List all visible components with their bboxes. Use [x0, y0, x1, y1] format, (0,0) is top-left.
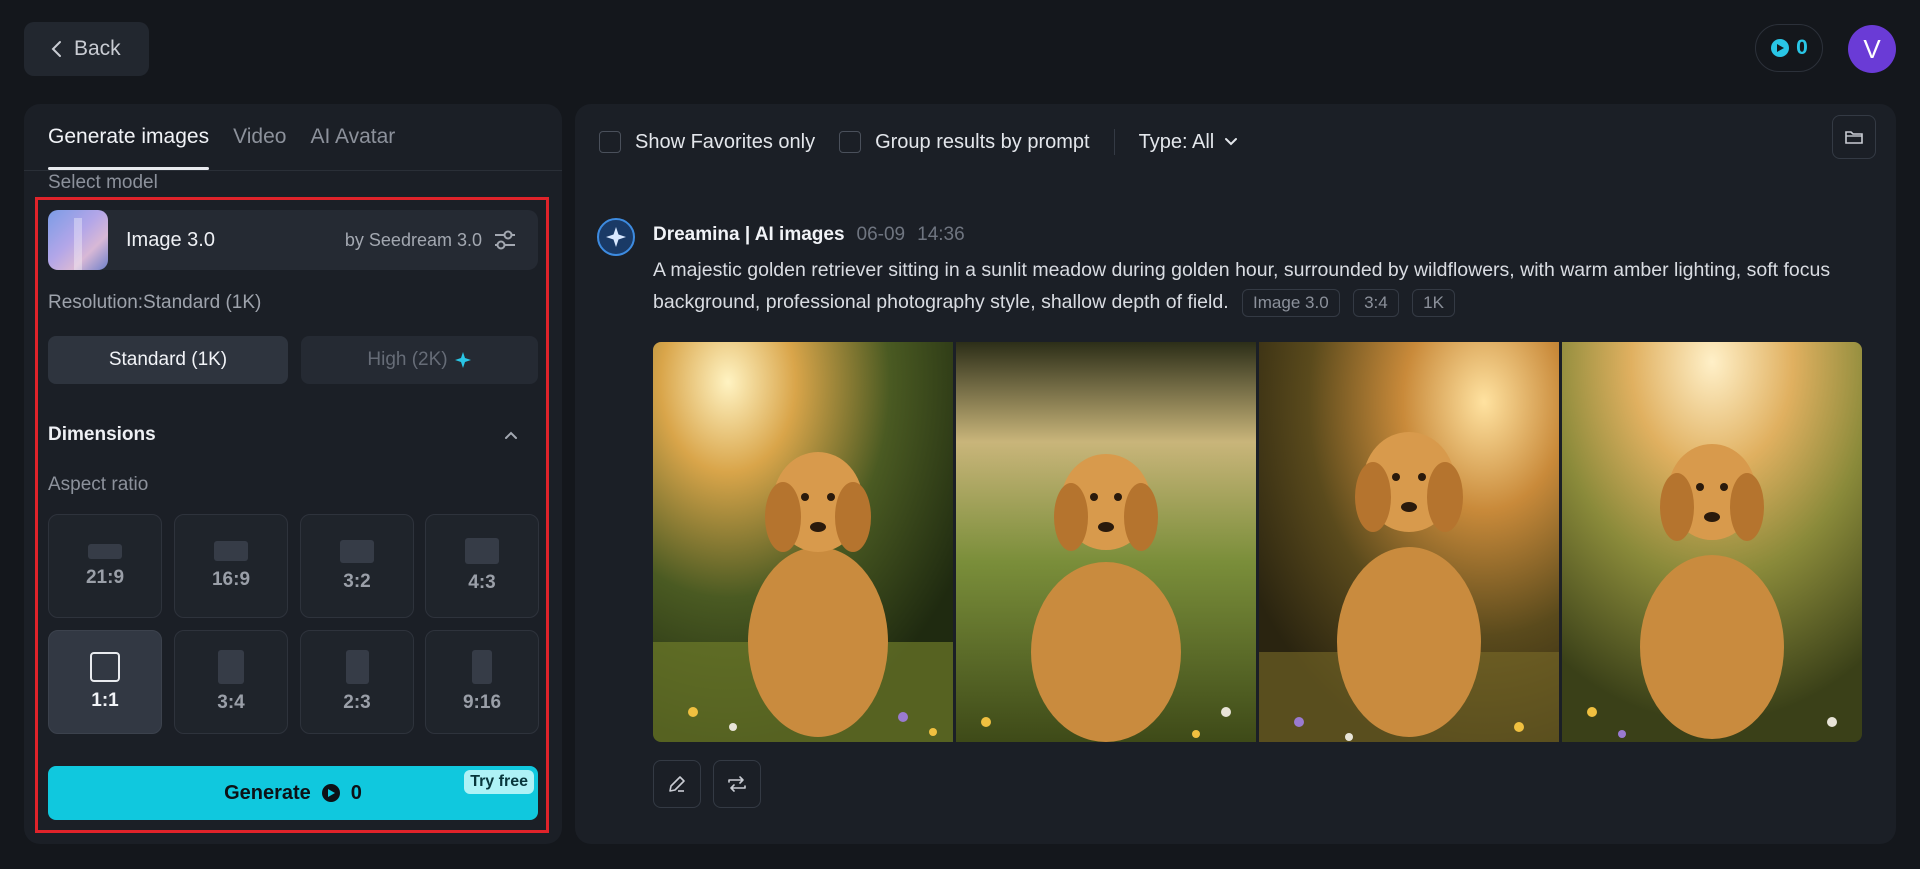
folder-icon [1845, 131, 1863, 144]
prompt-text: A majestic golden retriever sitting in a… [653, 254, 1853, 318]
tag-ratio[interactable]: 3:4 [1353, 289, 1399, 317]
show-favorites-label[interactable]: Show Favorites only [635, 131, 815, 154]
generated-image-3[interactable] [1259, 342, 1559, 742]
left-panel: Generate images Video AI Avatar Select m… [24, 104, 562, 844]
tag-resolution[interactable]: 1K [1412, 289, 1455, 317]
group-by-prompt-checkbox[interactable] [839, 131, 862, 153]
type-filter-label: Type: All [1138, 130, 1215, 153]
selection-highlight [35, 197, 549, 833]
back-button[interactable]: Back [24, 22, 149, 76]
feed-time: 14:36 [917, 224, 965, 245]
edit-button[interactable] [653, 760, 701, 808]
type-filter-dropdown[interactable]: Type: All [1139, 131, 1239, 154]
tab-video[interactable]: Video [233, 104, 286, 170]
credit-coin-icon [1771, 39, 1790, 57]
result-actions [653, 760, 761, 808]
regenerate-button[interactable] [713, 760, 761, 808]
filter-bar: Show Favorites only Group results by pro… [599, 124, 1238, 160]
results-panel: Show Favorites only Group results by pro… [575, 104, 1896, 844]
edit-icon [669, 776, 685, 792]
select-model-label: Select model [48, 172, 158, 193]
tag-model[interactable]: Image 3.0 [1242, 289, 1340, 317]
tab-ai-avatar[interactable]: AI Avatar [310, 104, 395, 170]
folder-button[interactable] [1832, 115, 1876, 159]
tab-divider [24, 170, 562, 171]
mode-tabs: Generate images Video AI Avatar [48, 104, 395, 170]
feed-header: Dreamina | AI images 06-09 14:36 [653, 224, 965, 246]
credits-count: 0 [1796, 36, 1808, 59]
back-label: Back [74, 37, 121, 60]
generated-image-1[interactable] [653, 342, 953, 742]
group-by-prompt-label[interactable]: Group results by prompt [875, 131, 1090, 154]
credits-pill[interactable]: 0 [1755, 24, 1823, 72]
avatar-initial: V [1863, 33, 1881, 64]
chevron-left-icon [51, 41, 61, 57]
image-gallery [653, 342, 1862, 742]
avatar[interactable]: V [1848, 25, 1896, 73]
chevron-down-icon [1225, 138, 1238, 146]
dreamina-logo-icon [597, 218, 635, 256]
feed-date: 06-09 [856, 224, 906, 245]
regenerate-icon [728, 776, 746, 792]
show-favorites-checkbox[interactable] [599, 131, 621, 153]
generated-image-2[interactable] [956, 342, 1256, 742]
tab-generate-images[interactable]: Generate images [48, 104, 210, 170]
generated-image-4[interactable] [1562, 342, 1862, 742]
feed-source: Dreamina | AI images [653, 224, 845, 245]
divider [1113, 129, 1115, 155]
